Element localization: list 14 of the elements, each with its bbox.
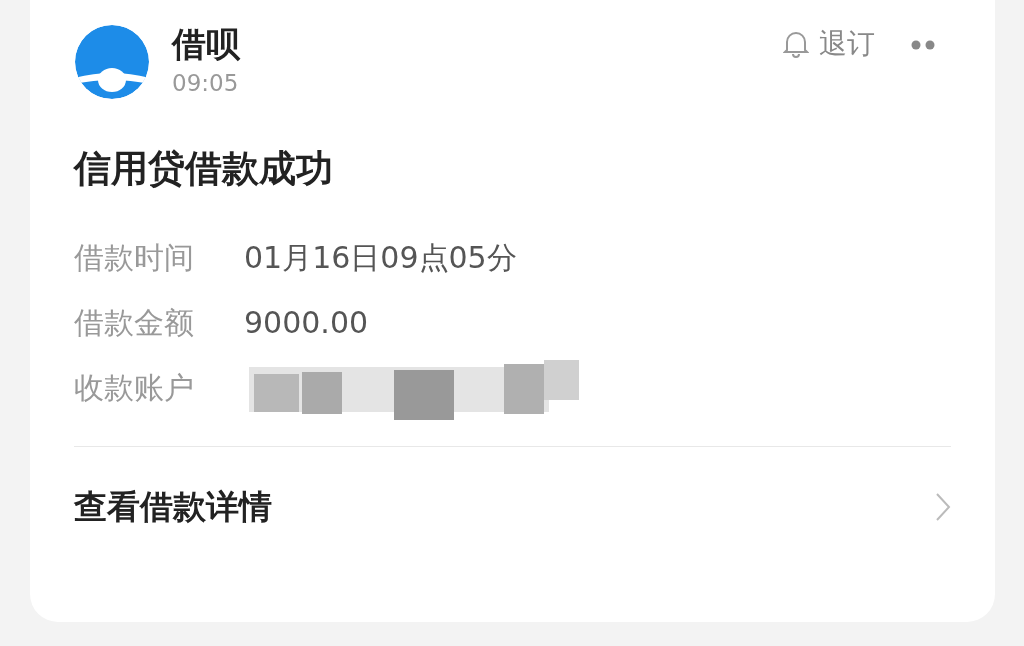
field-label: 借款时间 (74, 238, 195, 277)
message-time: 09:05 (172, 69, 240, 98)
app-name: 借呗 (172, 24, 240, 64)
field-label: 收款账户 (74, 368, 195, 407)
field-label: 借款金额 (74, 303, 195, 342)
message-title: 信用贷借款成功 (72, 146, 334, 192)
unsubscribe-button[interactable]: 退订 (783, 26, 875, 62)
more-icon[interactable] (911, 40, 937, 50)
chevron-right-icon (935, 492, 951, 522)
view-details-link[interactable]: 查看借款详情 (74, 447, 951, 567)
field-value: 01月16日09点05分 (244, 238, 517, 277)
field-value: 9000.00 (244, 303, 369, 342)
bell-icon (783, 30, 809, 58)
logo-icon (74, 24, 150, 100)
